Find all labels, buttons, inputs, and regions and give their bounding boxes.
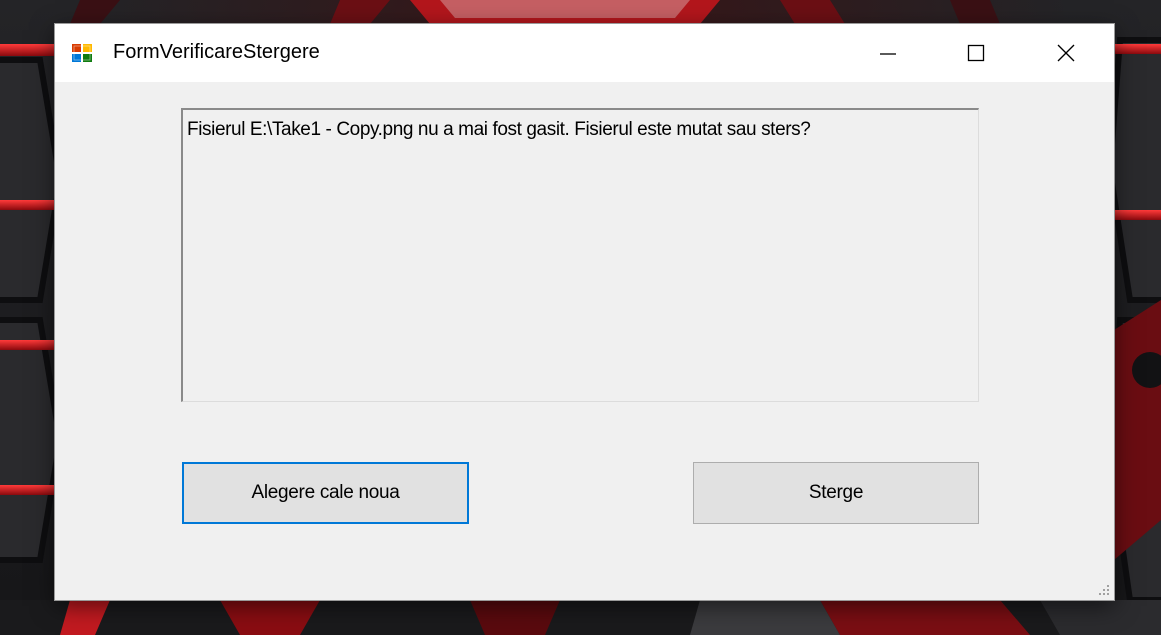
- title-bar[interactable]: FormVerificareStergere: [55, 24, 1114, 82]
- maximize-icon: [967, 44, 985, 62]
- message-textbox[interactable]: Fisierul E:\Take1 - Copy.png nu a mai fo…: [181, 108, 979, 402]
- delete-button[interactable]: Sterge: [693, 462, 979, 524]
- minimize-icon: [880, 53, 896, 55]
- form-verificare-stergere-window: FormVerificareStergere Fisierul E:\Take1…: [55, 24, 1114, 600]
- maximize-button[interactable]: [942, 24, 1010, 82]
- winforms-app-icon: [72, 44, 92, 62]
- resize-grip-icon[interactable]: [1096, 582, 1110, 596]
- close-icon: [1057, 44, 1075, 62]
- choose-new-path-button[interactable]: Alegere cale noua: [182, 462, 469, 524]
- minimize-button[interactable]: [854, 24, 922, 82]
- window-title: FormVerificareStergere: [113, 41, 320, 63]
- message-text: Fisierul E:\Take1 - Copy.png nu a mai fo…: [187, 119, 811, 140]
- close-button[interactable]: [1032, 24, 1100, 82]
